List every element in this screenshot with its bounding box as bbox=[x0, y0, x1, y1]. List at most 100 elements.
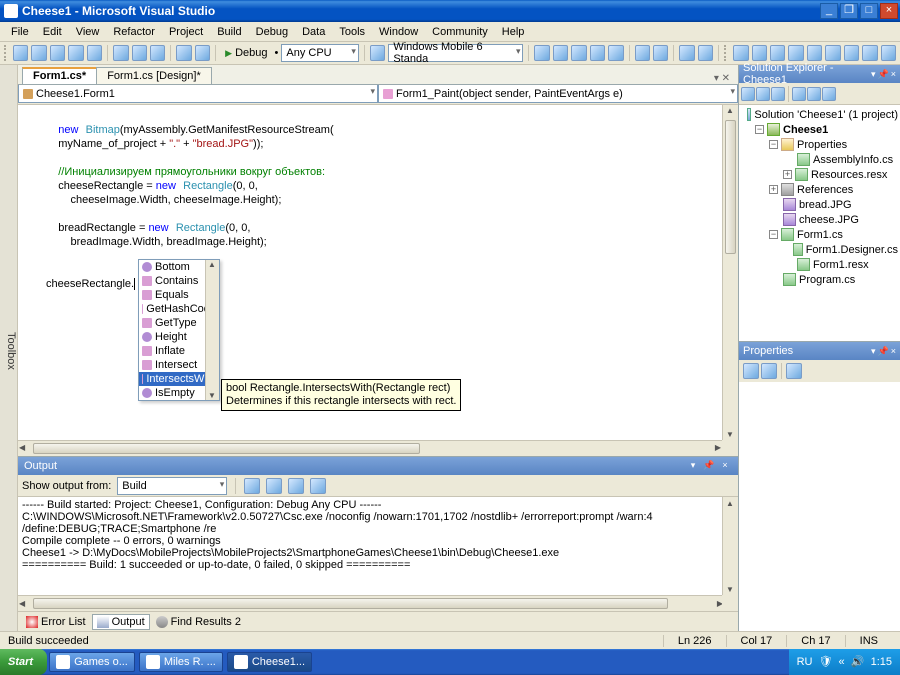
paste-icon[interactable] bbox=[150, 45, 165, 61]
menu-refactor[interactable]: Refactor bbox=[106, 24, 162, 40]
comment-icon[interactable] bbox=[679, 45, 694, 61]
tb2-icon-8[interactable] bbox=[862, 45, 877, 61]
outdent-icon[interactable] bbox=[653, 45, 668, 61]
menu-debug[interactable]: Debug bbox=[249, 24, 295, 40]
add-item-icon[interactable] bbox=[31, 45, 46, 61]
menu-view[interactable]: View bbox=[69, 24, 107, 40]
output-vscroll[interactable] bbox=[722, 497, 738, 597]
menu-help[interactable]: Help bbox=[495, 24, 532, 40]
tb-icon-5[interactable] bbox=[608, 45, 623, 61]
tb2-icon-2[interactable] bbox=[752, 45, 767, 61]
prop-categorized-icon[interactable] bbox=[743, 363, 759, 379]
indent-icon[interactable] bbox=[635, 45, 650, 61]
system-tray[interactable]: RU 🛡 « 🔊 1:15 bbox=[789, 649, 900, 675]
solution-tree[interactable]: Solution 'Cheese1' (1 project) −Cheese1 … bbox=[739, 105, 900, 341]
se-viewcode-icon[interactable] bbox=[792, 87, 806, 101]
output-ico-4[interactable] bbox=[310, 478, 326, 494]
tab-nav[interactable]: ▾ ✕ bbox=[710, 73, 734, 84]
menu-window[interactable]: Window bbox=[372, 24, 425, 40]
editor-vscroll[interactable] bbox=[722, 105, 738, 440]
copy-icon[interactable] bbox=[132, 45, 147, 61]
uncomment-icon[interactable] bbox=[698, 45, 713, 61]
connect-device-icon[interactable] bbox=[370, 45, 385, 61]
se-showall-icon[interactable] bbox=[756, 87, 770, 101]
save-all-icon[interactable] bbox=[87, 45, 102, 61]
output-dropdown-icon[interactable]: ▾ bbox=[686, 460, 700, 472]
properties-grid[interactable] bbox=[739, 382, 900, 631]
intellisense-popup[interactable]: Bottom Contains Equals GetHashCode GetTy… bbox=[138, 259, 220, 401]
output-text[interactable]: ------ Build started: Project: Cheese1, … bbox=[18, 497, 738, 611]
close-button[interactable]: × bbox=[880, 3, 898, 19]
tb2-icon-3[interactable] bbox=[770, 45, 785, 61]
menu-edit[interactable]: Edit bbox=[36, 24, 69, 40]
se-properties-icon[interactable] bbox=[741, 87, 755, 101]
tab-output[interactable]: Output bbox=[92, 614, 150, 630]
redo-icon[interactable] bbox=[195, 45, 210, 61]
se-viewclass-icon[interactable] bbox=[822, 87, 836, 101]
output-pin-icon[interactable]: 📌 bbox=[702, 460, 716, 472]
class-combo[interactable]: Cheese1.Form1 bbox=[18, 85, 378, 103]
se-pin-icon[interactable]: 📌 bbox=[878, 69, 889, 80]
editor-hscroll[interactable] bbox=[18, 440, 722, 456]
code-editor[interactable]: new Bitmap(myAssembly.GetManifestResourc… bbox=[18, 105, 738, 456]
tab-form1-design[interactable]: Form1.cs [Design]* bbox=[96, 67, 212, 84]
menu-file[interactable]: File bbox=[4, 24, 36, 40]
menu-data[interactable]: Data bbox=[295, 24, 332, 40]
intellisense-scrollbar[interactable] bbox=[205, 260, 219, 400]
undo-icon[interactable] bbox=[176, 45, 191, 61]
output-ico-1[interactable] bbox=[244, 478, 260, 494]
maximize-button[interactable]: □ bbox=[860, 3, 878, 19]
tb2-icon-5[interactable] bbox=[807, 45, 822, 61]
output-close-icon[interactable]: × bbox=[718, 460, 732, 472]
menu-tools[interactable]: Tools bbox=[332, 24, 372, 40]
tb-icon-4[interactable] bbox=[590, 45, 605, 61]
start-debug-button[interactable]: ▶Debug bbox=[221, 46, 271, 60]
tab-find-results[interactable]: Find Results 2 bbox=[152, 615, 245, 629]
output-source-combo[interactable]: Build bbox=[117, 477, 227, 495]
tray-expand[interactable]: « bbox=[838, 656, 844, 668]
toolbox-tab[interactable]: Toolbox bbox=[0, 65, 18, 631]
method-combo[interactable]: Form1_Paint(object sender, PaintEventArg… bbox=[378, 85, 738, 103]
tab-form1-cs[interactable]: Form1.cs* bbox=[22, 67, 97, 84]
prop-dropdown-icon[interactable]: ▾ bbox=[871, 346, 876, 357]
lang-indicator[interactable]: RU bbox=[797, 656, 813, 668]
clock[interactable]: 1:15 bbox=[871, 656, 892, 668]
minimize-button[interactable]: _ bbox=[820, 3, 838, 19]
output-ico-3[interactable] bbox=[288, 478, 304, 494]
tb-icon-3[interactable] bbox=[571, 45, 586, 61]
se-refresh-icon[interactable] bbox=[771, 87, 785, 101]
output-ico-2[interactable] bbox=[266, 478, 282, 494]
prop-alpha-icon[interactable] bbox=[761, 363, 777, 379]
new-project-icon[interactable] bbox=[13, 45, 28, 61]
task-btn[interactable]: Miles R. ... bbox=[139, 652, 223, 672]
restore-button[interactable]: ❐ bbox=[840, 3, 858, 19]
open-file-icon[interactable] bbox=[50, 45, 65, 61]
cpu-combo[interactable]: Any CPU bbox=[281, 44, 359, 62]
tab-error-list[interactable]: Error List bbox=[22, 615, 90, 629]
menu-project[interactable]: Project bbox=[162, 24, 210, 40]
prop-pin-icon[interactable]: 📌 bbox=[878, 346, 889, 357]
target-device-combo[interactable]: Windows Mobile 6 Standa bbox=[388, 44, 523, 62]
tb2-icon-1[interactable] bbox=[733, 45, 748, 61]
tb-icon-1[interactable] bbox=[534, 45, 549, 61]
tb2-icon-7[interactable] bbox=[844, 45, 859, 61]
start-button[interactable]: Start bbox=[0, 649, 47, 675]
task-btn[interactable]: Games o... bbox=[49, 652, 135, 672]
se-close-icon[interactable]: × bbox=[891, 69, 896, 80]
tb-icon-2[interactable] bbox=[553, 45, 568, 61]
cut-icon[interactable] bbox=[113, 45, 128, 61]
prop-close-icon[interactable]: × bbox=[891, 346, 896, 357]
output-hscroll[interactable] bbox=[18, 595, 724, 611]
se-viewdesign-icon[interactable] bbox=[807, 87, 821, 101]
tb2-icon-9[interactable] bbox=[881, 45, 896, 61]
se-dropdown-icon[interactable]: ▾ bbox=[871, 69, 876, 80]
save-icon[interactable] bbox=[68, 45, 83, 61]
tray-icon[interactable]: 🛡 bbox=[818, 655, 832, 669]
tb2-icon-4[interactable] bbox=[788, 45, 803, 61]
tb2-icon-6[interactable] bbox=[825, 45, 840, 61]
menu-build[interactable]: Build bbox=[210, 24, 248, 40]
task-btn-active[interactable]: Cheese1... bbox=[227, 652, 312, 672]
prop-pages-icon[interactable] bbox=[786, 363, 802, 379]
tray-icon[interactable]: 🔊 bbox=[851, 655, 865, 669]
menu-community[interactable]: Community bbox=[425, 24, 495, 40]
